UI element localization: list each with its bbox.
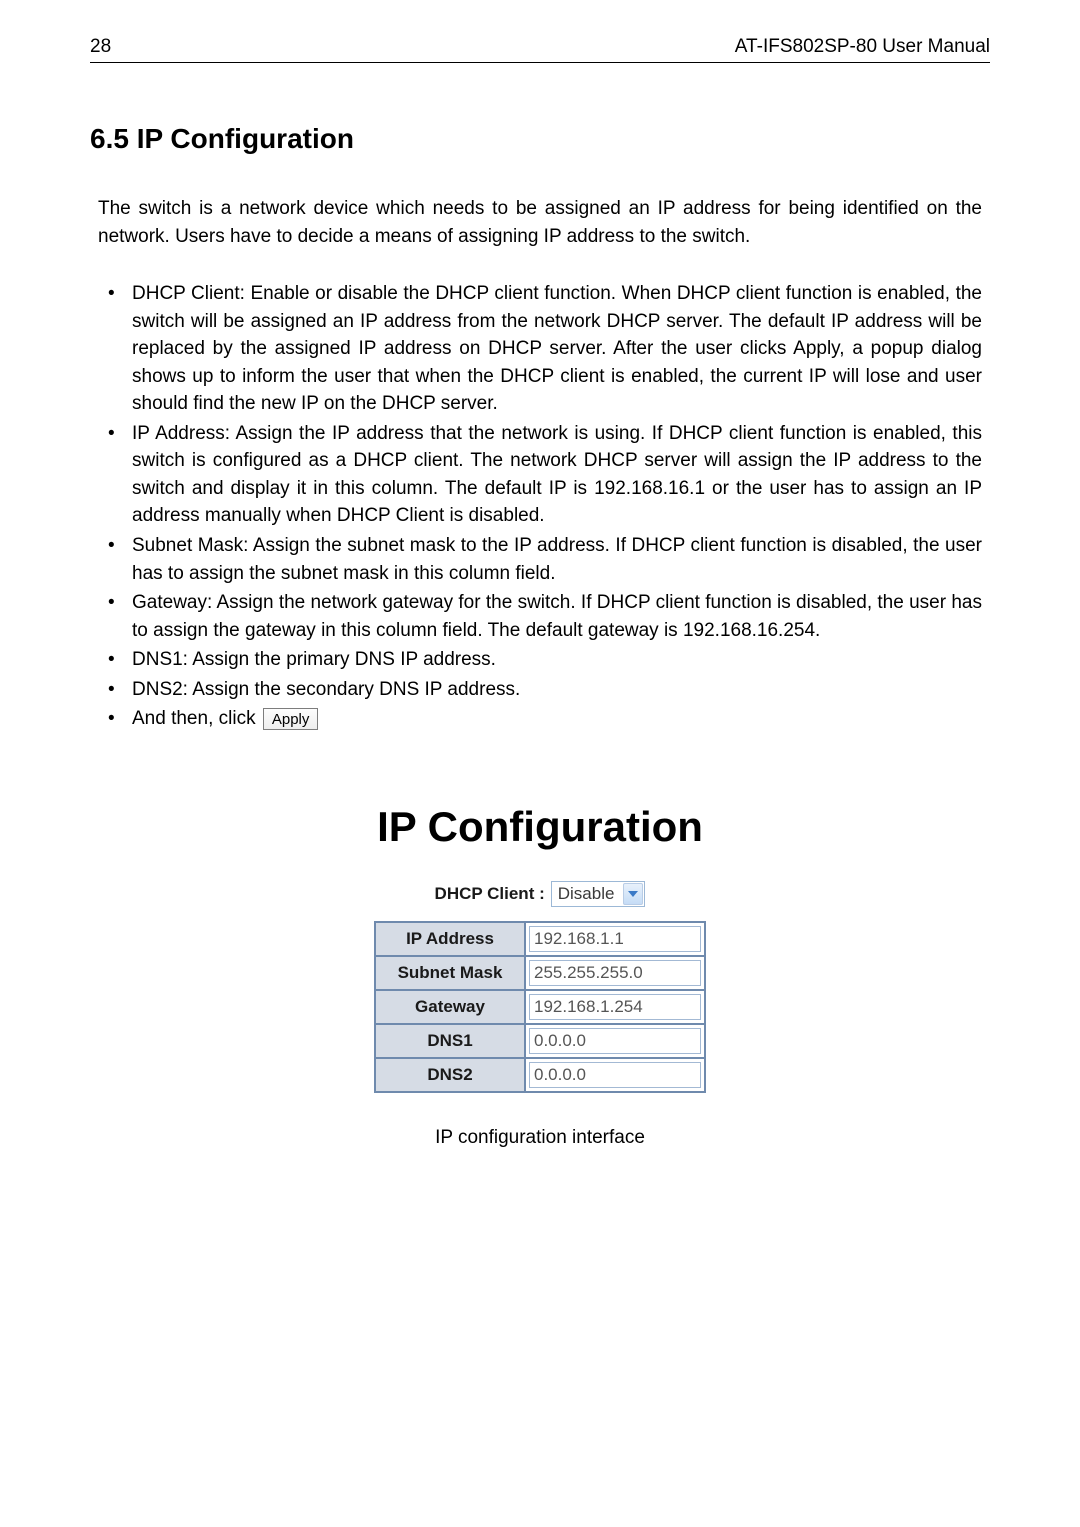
ip-address-input[interactable]: [529, 926, 701, 952]
ip-address-label: IP Address: [375, 922, 525, 956]
page-header: 28 AT-IFS802SP-80 User Manual: [90, 36, 990, 63]
dns2-input[interactable]: [529, 1062, 701, 1088]
apply-button[interactable]: Apply: [263, 708, 319, 730]
dns2-label: DNS2: [375, 1058, 525, 1092]
subnet-mask-label: Subnet Mask: [375, 956, 525, 990]
subnet-mask-input[interactable]: [529, 960, 701, 986]
ip-config-table: IP Address Subnet Mask Gateway DNS1 DNS2: [374, 921, 706, 1093]
table-row: DNS2: [375, 1058, 705, 1092]
list-item: DNS1: Assign the primary DNS IP address.: [98, 646, 982, 674]
gateway-input[interactable]: [529, 994, 701, 1020]
figure-caption: IP configuration interface: [90, 1127, 990, 1149]
page-number: 28: [90, 36, 111, 58]
dns1-input[interactable]: [529, 1028, 701, 1054]
gateway-label: Gateway: [375, 990, 525, 1024]
list-item: DHCP Client: Enable or disable the DHCP …: [98, 280, 982, 418]
dns1-label: DNS1: [375, 1024, 525, 1058]
manual-title: AT-IFS802SP-80 User Manual: [735, 36, 990, 58]
list-item: Gateway: Assign the network gateway for …: [98, 589, 982, 644]
list-item: DNS2: Assign the secondary DNS IP addres…: [98, 676, 982, 704]
table-row: DNS1: [375, 1024, 705, 1058]
list-item: IP Address: Assign the IP address that t…: [98, 420, 982, 530]
list-item-text: And then, click: [132, 708, 256, 729]
dhcp-client-select[interactable]: Disable: [551, 881, 646, 907]
dhcp-client-value: Disable: [552, 884, 623, 904]
dhcp-client-label: DHCP Client :: [435, 884, 545, 904]
table-row: Gateway: [375, 990, 705, 1024]
table-row: IP Address: [375, 922, 705, 956]
table-row: Subnet Mask: [375, 956, 705, 990]
section-heading: 6.5 IP Configuration: [90, 123, 990, 155]
chevron-down-icon[interactable]: [623, 883, 643, 905]
figure-title: IP Configuration: [90, 803, 990, 851]
dhcp-client-row: DHCP Client : Disable: [435, 881, 646, 907]
figure: IP Configuration DHCP Client : Disable I…: [90, 803, 990, 1149]
bullet-list: DHCP Client: Enable or disable the DHCP …: [98, 280, 982, 733]
list-item: Subnet Mask: Assign the subnet mask to t…: [98, 532, 982, 587]
intro-paragraph: The switch is a network device which nee…: [98, 195, 982, 250]
list-item: And then, click Apply: [98, 705, 982, 733]
